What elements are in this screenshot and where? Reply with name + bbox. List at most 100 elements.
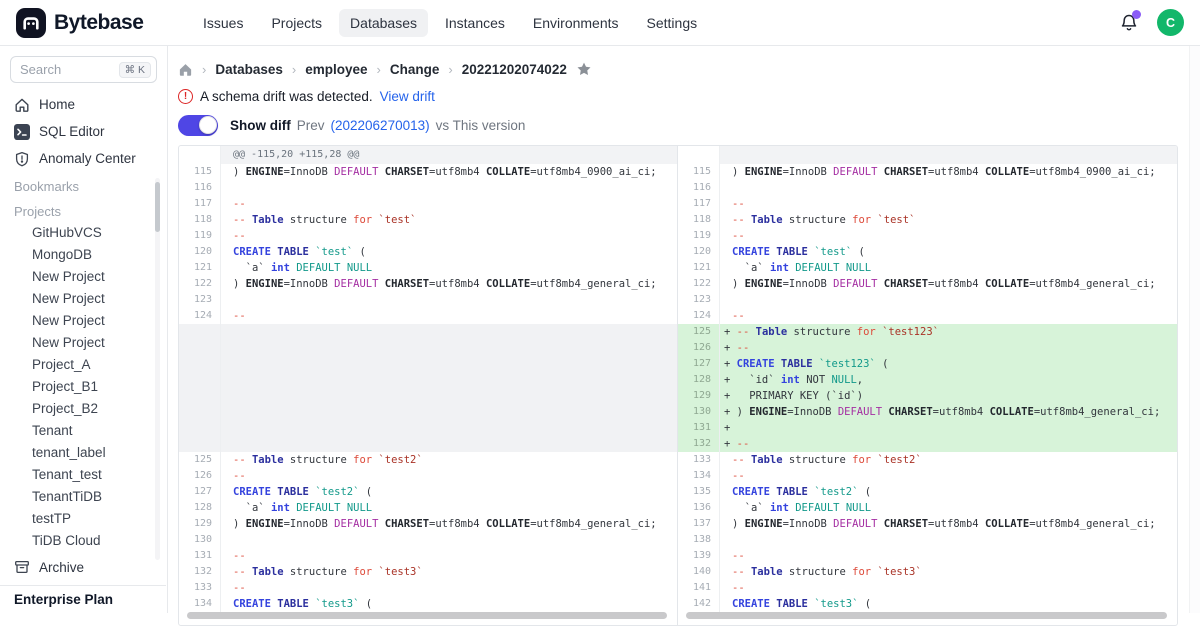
home-breadcrumb-icon[interactable] <box>178 62 193 77</box>
sidebar-item-archive[interactable]: Archive <box>0 554 166 580</box>
diff-line: 119-- <box>678 228 1177 244</box>
nav-item-environments[interactable]: Environments <box>522 9 630 37</box>
horizontal-scrollbar-right[interactable] <box>686 612 1167 619</box>
code-text: -- <box>720 548 1177 564</box>
sidebar-item-new-project[interactable]: New Project <box>0 266 167 288</box>
diff-toggle-row: Show diff Prev (202206270013) vs This ve… <box>178 114 1178 136</box>
line-number: 140 <box>678 564 720 580</box>
line-number: 124 <box>678 308 720 324</box>
breadcrumb-item-employee[interactable]: employee <box>305 62 367 77</box>
line-number: 134 <box>179 596 221 612</box>
prev-version-link[interactable]: (202206270013) <box>331 118 430 133</box>
notifications-bell-icon[interactable] <box>1119 13 1139 33</box>
sidebar-item-project-b2[interactable]: Project_B2 <box>0 398 167 420</box>
sidebar-item-new-project[interactable]: New Project <box>0 310 167 332</box>
code-text: CREATE TABLE `test2` ( <box>221 484 677 500</box>
sidebar-item-tenanttidb[interactable]: TenantTiDB <box>0 486 167 508</box>
nav-item-databases[interactable]: Databases <box>339 9 428 37</box>
nav-item-issues[interactable]: Issues <box>192 9 254 37</box>
view-drift-link[interactable]: View drift <box>380 89 435 104</box>
code-text: ) ENGINE=InnoDB DEFAULT CHARSET=utf8mb4 … <box>221 164 677 180</box>
line-number: 127 <box>179 484 221 500</box>
diff-gap-filler <box>179 324 677 452</box>
nav-item-settings[interactable]: Settings <box>636 9 709 37</box>
code-text: -- <box>221 308 677 324</box>
code-text: -- Table structure for `test3` <box>221 564 677 580</box>
diff-line: 139-- <box>678 548 1177 564</box>
search-input[interactable]: Search ⌘ K <box>10 56 157 83</box>
page-scrollbar-track <box>1189 46 1200 613</box>
code-text: + -- <box>720 436 1177 452</box>
diff-line: 126-- <box>179 468 677 484</box>
sidebar-item-tenant[interactable]: Tenant <box>0 420 167 442</box>
breadcrumb-item-change[interactable]: Change <box>390 62 440 77</box>
bytebase-logo[interactable]: Bytebase <box>16 8 178 38</box>
sidebar-item-anomaly-center[interactable]: Anomaly Center <box>0 145 167 172</box>
sidebar-item-sql-editor[interactable]: SQL Editor <box>0 118 167 145</box>
code-text: CREATE TABLE `test2` ( <box>720 484 1177 500</box>
diff-line: 118-- Table structure for `test` <box>179 212 677 228</box>
sidebar-item-githubvcs[interactable]: GitHubVCS <box>0 222 167 244</box>
diff-line: 140-- Table structure for `test3` <box>678 564 1177 580</box>
diff-line: 133-- <box>179 580 677 596</box>
line-number: 126 <box>179 468 221 484</box>
diff-line: 131-- <box>179 548 677 564</box>
code-text: ) ENGINE=InnoDB DEFAULT CHARSET=utf8mb4 … <box>221 516 677 532</box>
notification-dot <box>1132 10 1141 19</box>
code-text: -- <box>720 228 1177 244</box>
breadcrumb-item-20221202074022[interactable]: 20221202074022 <box>462 62 567 77</box>
alert-text: A schema drift was detected. <box>200 89 373 104</box>
code-text: ) ENGINE=InnoDB DEFAULT CHARSET=utf8mb4 … <box>221 276 677 292</box>
line-number: 117 <box>179 196 221 212</box>
sidebar-item-tenant-test[interactable]: Tenant_test <box>0 464 167 486</box>
plan-badge: Enterprise Plan <box>0 585 166 613</box>
brand-name: Bytebase <box>54 11 143 35</box>
code-text: -- <box>720 468 1177 484</box>
diff-line: 121 `a` int DEFAULT NULL <box>179 260 677 276</box>
nav-item-instances[interactable]: Instances <box>434 9 516 37</box>
code-text <box>221 292 677 308</box>
sidebar-item-new-project[interactable]: New Project <box>0 332 167 354</box>
sidebar-scrollbar-thumb[interactable] <box>155 182 160 232</box>
show-diff-toggle[interactable] <box>178 115 218 136</box>
sidebar-item-testtp[interactable]: testTP <box>0 508 167 530</box>
diff-line: 130 <box>179 532 677 548</box>
diff-line: 117-- <box>179 196 677 212</box>
code-text: + ) ENGINE=InnoDB DEFAULT CHARSET=utf8mb… <box>720 404 1177 420</box>
sidebar-item-tenant-label[interactable]: tenant_label <box>0 442 167 464</box>
breadcrumb-item-databases[interactable]: Databases <box>215 62 283 77</box>
diff-line-added: 129+ PRIMARY KEY (`id`) <box>678 388 1177 404</box>
code-text <box>720 180 1177 196</box>
diff-line-added: 126+ -- <box>678 340 1177 356</box>
diff-line: 116 <box>179 180 677 196</box>
sidebar-item-new-project[interactable]: New Project <box>0 288 167 310</box>
diff-line: 134CREATE TABLE `test3` ( <box>179 596 677 612</box>
sidebar-item-project-a[interactable]: Project_A <box>0 354 167 376</box>
sidebar-item-mongodb[interactable]: MongoDB <box>0 244 167 266</box>
sql-editor-icon <box>14 124 30 140</box>
line-number: 130 <box>179 532 221 548</box>
line-number: 134 <box>678 468 720 484</box>
diff-line-added: 127+ CREATE TABLE `test123` ( <box>678 356 1177 372</box>
sidebar-item-tidb-cloud[interactable]: TiDB Cloud <box>0 530 167 552</box>
hunk-header-text <box>720 146 1177 164</box>
code-text: -- <box>720 196 1177 212</box>
bookmark-star-icon[interactable] <box>576 61 592 77</box>
sidebar-item-home[interactable]: Home <box>0 91 167 118</box>
bytebase-logo-icon <box>16 8 46 38</box>
sidebar-item-label: Anomaly Center <box>39 151 136 166</box>
horizontal-scrollbar-left[interactable] <box>187 612 667 619</box>
diff-gap-code <box>221 324 677 452</box>
breadcrumb-items: ›Databases›employee›Change›2022120207402… <box>202 62 567 77</box>
breadcrumb-separator: › <box>377 62 381 77</box>
code-text: `a` int DEFAULT NULL <box>720 500 1177 516</box>
line-number: 136 <box>678 500 720 516</box>
nav-item-projects[interactable]: Projects <box>260 9 333 37</box>
diff-line: 124-- <box>179 308 677 324</box>
line-number: 128 <box>678 372 720 388</box>
line-number: 117 <box>678 196 720 212</box>
section-label-projects: Projects <box>0 197 167 222</box>
search-placeholder: Search <box>20 62 61 77</box>
sidebar-item-project-b1[interactable]: Project_B1 <box>0 376 167 398</box>
user-avatar[interactable]: C <box>1157 9 1184 36</box>
